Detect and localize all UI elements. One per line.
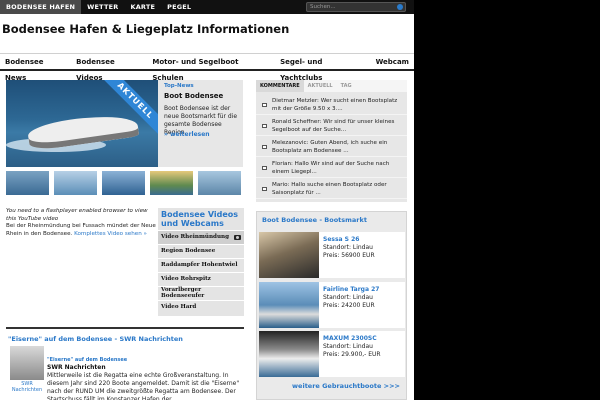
featured-tag: Top-News (164, 83, 194, 89)
featured-slider: AKTUELL Top-News Boot Bodensee Boot Bode… (6, 80, 243, 167)
featured-read-more-link[interactable]: » weiterlesen (164, 131, 210, 138)
more-boats-link[interactable]: weitere Gebrauchtboote >>> (292, 382, 400, 390)
boat-location: Standort: Lindau (323, 294, 373, 301)
comment-item[interactable]: Ronald Scheffner: Wir sind für unser kle… (256, 115, 407, 136)
comments-list: Dietmar Metzler: Wer sucht einen Bootspl… (256, 94, 407, 199)
slider-thumbnail[interactable] (150, 171, 193, 195)
top-bar: BODENSEE HAFEN WETTER KARTE PEGEL (0, 0, 414, 14)
comment-text: Dietmar Metzler: Wer sucht einen Bootspl… (272, 98, 398, 112)
video-list-item[interactable]: Raddampfer Hohentwiel (158, 258, 244, 272)
boat-name[interactable]: MAXUM 2300SC (323, 335, 377, 342)
video-item-label: Region Bodensee (161, 247, 216, 254)
site-title: Bodensee Hafen & Liegeplatz Informatione… (2, 22, 290, 36)
comment-item[interactable]: Melezanovic: Guten Abend, ich suche ein … (256, 136, 407, 157)
boat-market-widget: Boot Bodensee - Bootsmarkt Sessa S 26 St… (256, 211, 407, 400)
video-item-label: Raddampfer Hohentwiel (161, 261, 238, 268)
comment-bubble-icon (262, 103, 267, 107)
news-header-link[interactable]: "Eiserne" auf dem Bodensee - SWR Nachric… (8, 335, 183, 343)
comment-item[interactable]: Florian: Hallo Wir sind auf der Suche na… (256, 157, 407, 178)
video-item-label: Vorarlberger Bodenseeufer (161, 286, 205, 299)
boat-location: Standort: Lindau (323, 244, 373, 251)
boat-listing[interactable]: Fairline Targa 27 Standort: Lindau Preis… (259, 282, 405, 328)
top-nav: BODENSEE HAFEN WETTER KARTE PEGEL (0, 0, 197, 14)
news-subtitle[interactable]: "Eiserne" auf dem Bodensee (47, 357, 127, 363)
comment-item[interactable]: Dietmar Metzler: Wer sucht einen Bootspl… (256, 94, 407, 115)
search-box (306, 2, 406, 12)
boat-photo[interactable] (259, 282, 319, 328)
mainnav-item-yachtclubs[interactable]: Segel- und Yachtclubs (275, 54, 371, 82)
boat-market-title[interactable]: Boot Bodensee - Bootsmarkt (262, 216, 367, 224)
boat-photo[interactable] (259, 331, 319, 377)
mainnav-item-schulen[interactable]: Motor- und Segelboot Schulen (147, 54, 275, 82)
topnav-item-karte[interactable]: KARTE (124, 0, 161, 14)
video-item-label: Video Hard (161, 303, 197, 310)
comment-text: Florian: Hallo Wir sind auf der Suche na… (272, 161, 390, 175)
comments-widget: KOMMENTARE AKTUELL TAG Dietmar Metzler: … (256, 80, 407, 202)
site-container: BODENSEE HAFEN WETTER KARTE PEGEL Bodens… (0, 0, 414, 400)
page-gutter (414, 0, 600, 400)
mainnav-item-videos[interactable]: Bodensee Videos (71, 54, 147, 82)
search-input[interactable] (310, 3, 392, 11)
camera-icon (234, 235, 241, 240)
news-thumbnail[interactable] (10, 346, 44, 380)
video-item-label: Video Rheinmündung (161, 233, 229, 240)
news-source: SWR Nachrichten (47, 364, 106, 371)
comment-text: Ronald Scheffner: Wir sind für unser kle… (272, 119, 395, 133)
featured-title[interactable]: Boot Bodensee (164, 92, 223, 100)
search-icon[interactable] (397, 4, 403, 10)
comments-tabs: KOMMENTARE AKTUELL TAG (256, 80, 407, 92)
video-list-item[interactable]: Video Hard (158, 300, 244, 314)
video-list: Video Rheinmündung Region Bodensee Radda… (158, 230, 244, 314)
boat-price: Preis: 29.900,- EUR (323, 351, 381, 358)
boat-listing[interactable]: MAXUM 2300SC Standort: Lindau Preis: 29.… (259, 331, 405, 377)
topnav-item-bodensee-hafen[interactable]: BODENSEE HAFEN (0, 0, 82, 14)
tab-kommentare[interactable]: KOMMENTARE (256, 80, 304, 92)
video-panel-title: Bodensee Videos und Webcams (161, 210, 239, 228)
boat-listing[interactable]: Sessa S 26 Standort: Lindau Preis: 56900… (259, 232, 405, 278)
slider-thumbnails (6, 171, 243, 195)
boat-photo[interactable] (259, 232, 319, 278)
slider-thumbnail[interactable] (54, 171, 97, 195)
news-body: Mittlerweile ist die Regatta eine echte … (47, 372, 240, 400)
comment-bubble-icon (262, 145, 267, 149)
comment-bubble-icon (262, 187, 267, 191)
video-item-label: Video Rohrspitz (161, 275, 211, 282)
boat-price: Preis: 24200 EUR (323, 302, 375, 309)
video-list-item[interactable]: Region Bodensee (158, 244, 244, 258)
comment-item[interactable]: Mario: Hallo suche einen Bootsplatz oder… (256, 178, 407, 199)
mainnav-item-news[interactable]: Bodensee News (0, 54, 71, 82)
news-thumbnail-caption[interactable]: SWR Nachrichten (8, 381, 46, 393)
comment-bubble-icon (262, 124, 267, 128)
comment-text: Melezanovic: Guten Abend, ich suche ein … (272, 140, 388, 154)
flash-note: You need to a flashplayer enabled browse… (6, 208, 148, 222)
boat-name[interactable]: Fairline Targa 27 (323, 286, 379, 293)
slider-thumbnail[interactable] (6, 171, 49, 195)
section-divider (6, 327, 244, 329)
tab-aktuell[interactable]: AKTUELL (304, 80, 337, 92)
video-list-item[interactable]: Video Rheinmündung (158, 230, 244, 244)
boat-price: Preis: 56900 EUR (323, 252, 375, 259)
featured-image[interactable]: AKTUELL (6, 80, 158, 167)
video-panel: Bodensee Videos und Webcams Video Rheinm… (158, 208, 244, 316)
boat-location: Standort: Lindau (323, 343, 373, 350)
video-list-item[interactable]: Vorarlberger Bodenseeufer (158, 286, 244, 300)
boat-name[interactable]: Sessa S 26 (323, 236, 359, 243)
main-nav: Bodensee News Bodensee Videos Motor- und… (0, 53, 414, 82)
tab-tag[interactable]: TAG (337, 80, 356, 92)
slider-thumbnail[interactable] (198, 171, 241, 195)
video-description: You need to a flashplayer enabled browse… (6, 208, 158, 238)
video-list-item[interactable]: Video Rohrspitz (158, 272, 244, 286)
mainnav-item-webcam[interactable]: Webcam (371, 54, 414, 70)
comment-bubble-icon (262, 166, 267, 170)
topnav-item-wetter[interactable]: WETTER (81, 0, 124, 14)
full-video-link[interactable]: Komplettes Video sehen » (74, 231, 147, 237)
comment-text: Mario: Hallo suche einen Bootsplatz oder… (272, 182, 387, 196)
topnav-item-pegel[interactable]: PEGEL (161, 0, 197, 14)
slider-thumbnail[interactable] (102, 171, 145, 195)
